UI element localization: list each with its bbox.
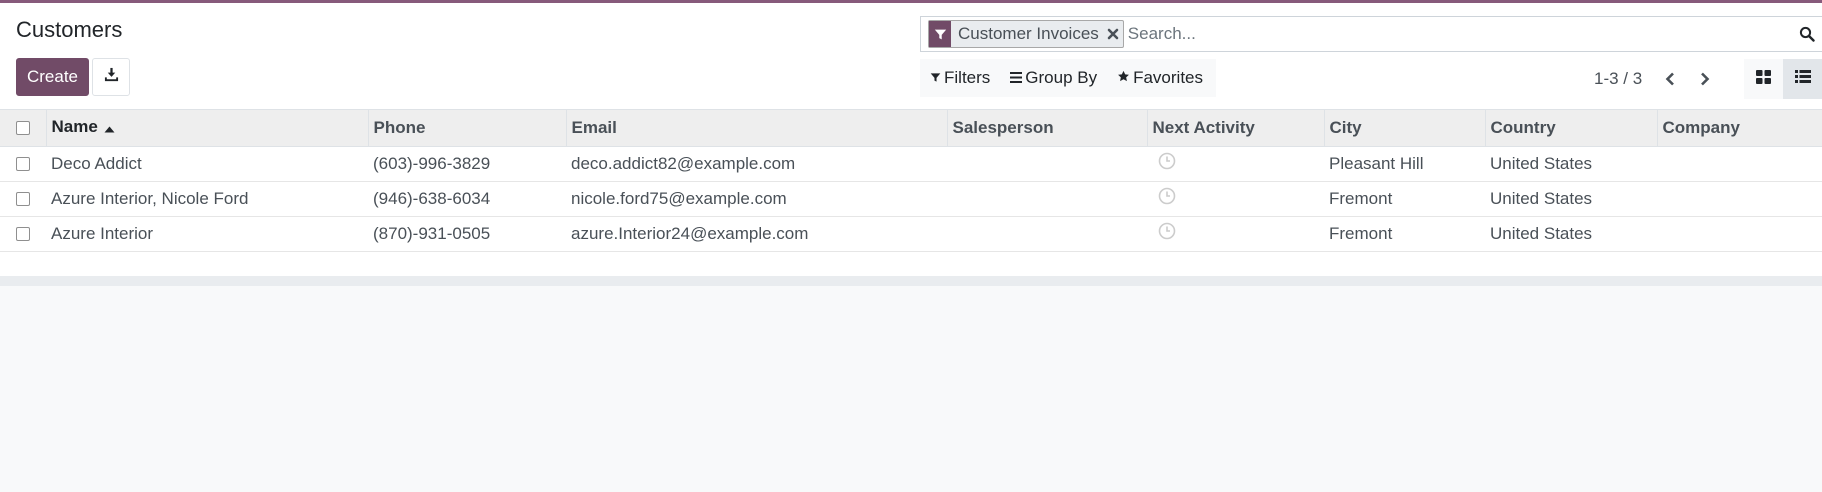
chevron-left-icon[interactable] xyxy=(1658,65,1682,93)
filter-icon xyxy=(929,21,951,47)
filters-label: Filters xyxy=(944,68,991,87)
cell-name: Azure Interior, Nicole Ford xyxy=(51,188,249,208)
close-icon[interactable] xyxy=(1103,21,1123,47)
download-icon xyxy=(104,67,119,87)
cell-salesperson xyxy=(947,146,1147,181)
cell-country: United States xyxy=(1490,223,1593,243)
sort-ascending-icon xyxy=(104,118,115,138)
column-header-email[interactable]: Email xyxy=(565,110,947,147)
group-by-label: Group By xyxy=(1025,68,1098,87)
search-bar: Customer Invoices xyxy=(920,16,1822,52)
row-select-cell xyxy=(0,146,46,181)
cell-next-activity xyxy=(1147,181,1324,216)
create-button[interactable]: Create xyxy=(16,58,89,96)
search-options-bar: Filters Group By Favorites xyxy=(920,59,1216,97)
row-select-cell xyxy=(0,216,46,251)
cell-name: Azure Interior xyxy=(51,223,154,243)
column-header-salesperson[interactable]: Salesperson xyxy=(946,110,1147,147)
kanban-view-button[interactable] xyxy=(1744,59,1783,99)
favorites-button[interactable]: Favorites xyxy=(1107,59,1213,97)
table-row[interactable]: Azure Interior, Nicole Ford (946)-638-60… xyxy=(0,181,1822,216)
row-checkbox[interactable] xyxy=(16,227,30,242)
cell-phone: (870)-931-0505 xyxy=(373,223,491,243)
clock-icon[interactable] xyxy=(1158,222,1176,245)
cell-name: Deco Addict xyxy=(51,153,142,173)
kanban-icon xyxy=(1756,69,1771,89)
cell-email: azure.Interior24@example.com xyxy=(571,223,809,243)
list-view-button[interactable] xyxy=(1783,59,1822,99)
clock-icon[interactable] xyxy=(1158,152,1176,175)
chevron-right-icon[interactable] xyxy=(1693,65,1717,93)
list-icon xyxy=(1794,70,1811,88)
table-row[interactable]: Azure Interior (870)-931-0505 azure.Inte… xyxy=(0,216,1822,251)
select-all-checkbox[interactable] xyxy=(16,121,30,136)
search-icon[interactable] xyxy=(1792,19,1822,49)
cell-city: Pleasant Hill xyxy=(1329,153,1424,173)
cell-phone: (603)-996-3829 xyxy=(373,153,491,173)
row-checkbox[interactable] xyxy=(16,192,30,207)
filter-icon xyxy=(930,68,941,88)
page-title: Customers xyxy=(16,17,123,42)
clock-icon[interactable] xyxy=(1158,187,1176,210)
column-header-city[interactable]: City xyxy=(1323,110,1485,147)
cell-company xyxy=(1657,181,1822,216)
cell-company xyxy=(1657,216,1822,251)
column-header-phone[interactable]: Phone xyxy=(367,110,566,147)
cell-salesperson xyxy=(947,181,1147,216)
row-select-cell xyxy=(0,181,46,216)
group-by-button[interactable]: Group By xyxy=(1000,59,1107,97)
column-header-name[interactable]: Name xyxy=(45,110,368,147)
cell-phone: (946)-638-6034 xyxy=(373,188,491,208)
view-switcher xyxy=(1744,59,1822,99)
export-button[interactable] xyxy=(92,58,130,96)
bars-icon xyxy=(1010,68,1023,88)
table-row[interactable]: Deco Addict (603)-996-3829 deco.addict82… xyxy=(0,146,1822,181)
favorites-label: Favorites xyxy=(1133,68,1204,87)
select-all-cell xyxy=(0,110,46,147)
search-facet[interactable]: Customer Invoices xyxy=(928,20,1124,48)
star-icon xyxy=(1117,68,1130,88)
cell-next-activity xyxy=(1147,146,1324,181)
row-checkbox[interactable] xyxy=(16,157,30,172)
cell-company xyxy=(1657,146,1822,181)
cell-city: Fremont xyxy=(1329,223,1393,243)
customers-table: Name Phone Email Salesperson Next Activi… xyxy=(0,110,1822,252)
cell-email: deco.addict82@example.com xyxy=(571,153,796,173)
cell-city: Fremont xyxy=(1329,188,1393,208)
search-input[interactable] xyxy=(1127,19,1792,49)
cell-country: United States xyxy=(1490,153,1593,173)
cell-email: nicole.ford75@example.com xyxy=(571,188,787,208)
cell-salesperson xyxy=(947,216,1147,251)
table-header: Name Phone Email Salesperson Next Activi… xyxy=(0,110,1822,147)
column-header-company[interactable]: Company xyxy=(1656,110,1822,147)
column-header-next-activity[interactable]: Next Activity xyxy=(1146,110,1324,147)
column-header-country[interactable]: Country xyxy=(1484,110,1657,147)
list-view: Name Phone Email Salesperson Next Activi… xyxy=(0,110,1822,286)
facet-label: Customer Invoices xyxy=(958,24,1099,43)
control-panel: Customers Create Customer Invoices Searc… xyxy=(0,3,1822,110)
cell-country: United States xyxy=(1490,188,1593,208)
pager-value[interactable]: 1-3 / 3 xyxy=(1594,69,1642,89)
cell-next-activity xyxy=(1147,216,1324,251)
filters-button[interactable]: Filters xyxy=(920,59,1000,97)
